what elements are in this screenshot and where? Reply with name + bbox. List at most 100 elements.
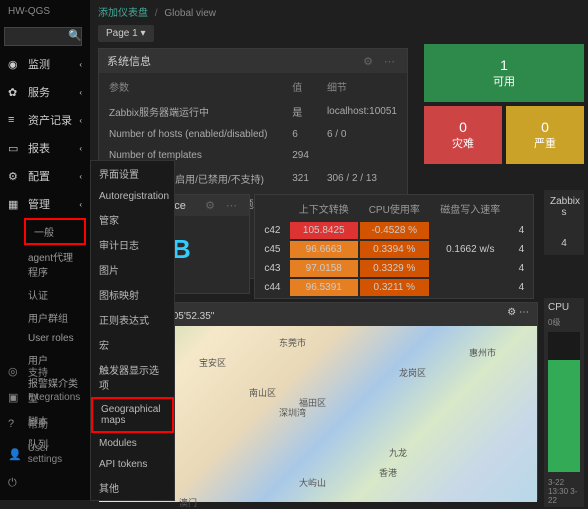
cell [319,146,405,165]
col-header [512,197,531,220]
card-num: 1 [500,57,508,73]
submenu-item[interactable]: 界面设置 [91,161,174,186]
nav-资产记录[interactable]: ≡资产记录‹ [0,106,90,134]
map-label: 香港 [379,466,397,479]
submenu-item[interactable]: 图标映射 [91,282,174,307]
cell: 是 [284,100,317,123]
bottom-icon: ◎ [8,365,22,378]
nav-配置[interactable]: ⚙配置‹ [0,162,90,190]
nav-监测[interactable]: ◉监测‹ [0,50,90,78]
submenu-item[interactable]: Autoregistration [91,186,174,207]
cell: 6 / 0 [319,125,405,144]
widget-actions[interactable]: ⚙ ⋯ [507,307,529,322]
bottom-icon: ? [8,418,22,430]
cell: 4 [512,241,531,258]
col-header: 细节 [319,75,405,98]
table-row: c42105.8425-0.4528 %4 [257,222,531,239]
map-label: 大屿山 [299,476,326,489]
submenu-item[interactable]: 正则表达式 [91,307,174,332]
bottom-nav-item[interactable]: ⏻ [0,471,90,496]
bottom-label: Integrations [28,392,80,403]
col-header: 上下文转换 [290,197,358,220]
cell: 6 [284,125,317,144]
submenu-item[interactable]: 其他 [91,475,174,500]
chevron-icon: ‹ [79,88,82,97]
nav-icon: ▭ [8,142,22,155]
cell: 0.1662 w/s [431,241,510,258]
subnav-item[interactable]: agent代理程序 [20,245,90,283]
widget-actions[interactable]: ⚙ ⋯ [363,55,399,68]
pager[interactable]: Page 1 ▾ [98,25,154,42]
cell: 0.3394 % [360,241,429,258]
nav-icon: ≡ [8,114,22,126]
breadcrumb: 添加仪表盘 / Global view [90,0,588,23]
cell: 4 [512,222,531,239]
table-row: c4496.53910.3211 %4 [257,279,531,296]
bottom-label: User settings [28,443,82,465]
submenu-item[interactable]: Modules [91,433,174,454]
table-row: c4397.01580.3329 %4 [257,260,531,277]
nav-icon: ⚙ [8,170,22,183]
card-label: 灾难 [452,135,474,151]
bottom-icon: ⏻ [8,477,22,490]
panel-title: Zabbix s [550,196,578,218]
submenu-item[interactable]: API tokens [91,454,174,475]
cell: 96.5391 [290,279,358,296]
nav-label: 服务 [28,84,50,100]
cell: 96.6663 [290,241,358,258]
cell: c43 [257,260,288,277]
bottom-nav-item[interactable]: ?帮助 [0,410,90,437]
bottom-nav-item[interactable]: 👤User settings [0,437,90,471]
breadcrumb-link[interactable]: 添加仪表盘 [98,8,148,19]
submenu-item[interactable]: 审计日志 [91,232,174,257]
submenu-item[interactable]: 管家 [91,207,174,232]
nav-服务[interactable]: ✿ 服务 ‹ [0,78,90,106]
data-table-widget: 上下文转换CPU使用率磁盘写入速率c42105.8425-0.4528 %4c4… [254,194,534,299]
card-label: 可用 [493,73,515,89]
submenu-item[interactable]: 图片 [91,257,174,282]
nav-管理[interactable]: ▦管理‹ [0,190,90,218]
cell: 294 [284,146,317,165]
card-disaster[interactable]: 0 灾难 [424,106,502,164]
cpu-chart [548,332,580,472]
bottom-nav-item[interactable]: ◎支持 [0,358,90,385]
map-label: 九龙 [389,446,407,459]
subnav-item[interactable]: 认证 [20,283,90,306]
card-high[interactable]: 0 严重 [506,106,584,164]
submenu-item[interactable]: 宏 [91,332,174,357]
breadcrumb-sep: / [155,8,158,19]
table-row: Number of hosts (enabled/disabled)66 / 0 [101,125,405,144]
cpu-footer: 3-22 13:30 3-22 [544,476,584,507]
cell [431,222,510,239]
cell: 321 [284,167,317,190]
panel-value: 4 [550,238,578,249]
cell [431,279,510,296]
submenu-item[interactable]: Geographical maps [91,397,174,433]
subnav-item[interactable]: 一般 [24,218,86,245]
widget-title: CPU [544,298,584,317]
nav-label: 配置 [28,168,50,184]
nav-icon: ✿ [8,86,22,99]
subnav-item[interactable]: 用户群组 [20,306,90,329]
nav-label: 管理 [28,196,50,212]
map-label: 南山区 [249,386,276,399]
nav-icon: ▦ [8,198,22,211]
card-label: 严重 [534,135,556,151]
cell: 97.0158 [290,260,358,277]
submenu-item[interactable]: 触发器显示选项 [91,357,174,397]
widget-actions[interactable]: ⚙ ⋯ [205,199,241,212]
cell: Number of hosts (enabled/disabled) [101,125,282,144]
cell: -0.4528 % [360,222,429,239]
search-box: 🔍 [4,27,86,46]
cell: 0.3329 % [360,260,429,277]
card-available[interactable]: 1 可用 [424,44,584,102]
nav-报表[interactable]: ▭报表‹ [0,134,90,162]
bottom-nav-item[interactable]: ▣Integrations [0,385,90,410]
nav-label: 报表 [28,140,50,156]
widget-title: 系统信息 [107,53,151,69]
search-icon[interactable]: 🔍 [68,29,82,42]
logo: HW-QGS [0,0,90,23]
map-label: 惠州市 [469,346,496,359]
cell: 306 / 2 / 13 [319,167,405,190]
subnav-item[interactable]: User roles [20,329,90,348]
